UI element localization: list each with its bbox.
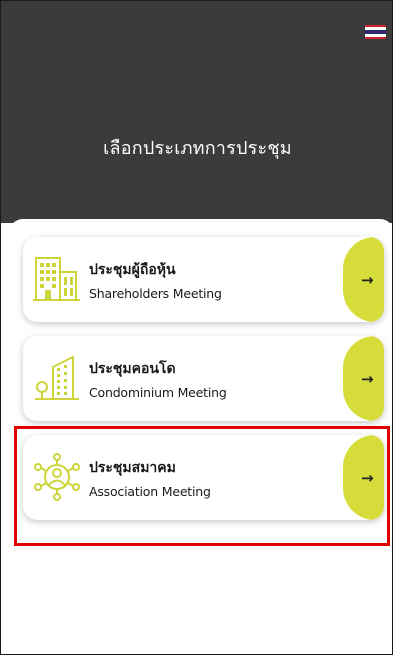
shareholders-meeting-card[interactable]: ประชุมผู้ถือหุ้น Shareholders Meeting →	[23, 237, 384, 322]
card-title-english: Condominium Meeting	[89, 385, 227, 400]
people-network-icon	[34, 453, 80, 501]
card-title-thai: ประชุมคอนโด	[89, 361, 176, 377]
flag-stripe	[365, 36, 386, 39]
card-title-thai: ประชุมผู้ถือหุ้น	[89, 262, 176, 278]
next-arrow-button[interactable]: →	[343, 237, 384, 322]
card-title-english: Association Meeting	[89, 484, 211, 499]
arrow-right-icon: →	[361, 369, 374, 388]
app-screen: เลือกประเภทการประชุม ประชุมผู้ถือหุ้น Sh…	[0, 0, 393, 655]
card-title-thai: ประชุมสมาคม	[89, 460, 176, 476]
card-title-english: Shareholders Meeting	[89, 286, 222, 301]
next-arrow-button[interactable]: →	[343, 336, 384, 421]
office-building-icon	[33, 257, 80, 301]
condominium-meeting-card[interactable]: ประชุมคอนโด Condominium Meeting →	[23, 336, 384, 421]
arrow-right-icon: →	[361, 270, 374, 289]
thai-flag-icon[interactable]	[365, 25, 386, 39]
next-arrow-button[interactable]: →	[343, 435, 384, 520]
arrow-right-icon: →	[361, 468, 374, 487]
header: เลือกประเภทการประชุม	[1, 1, 392, 223]
page-title: เลือกประเภทการประชุม	[103, 138, 292, 159]
condominium-tower-icon	[35, 355, 79, 400]
association-meeting-card[interactable]: ประชุมสมาคม Association Meeting →	[23, 435, 384, 520]
